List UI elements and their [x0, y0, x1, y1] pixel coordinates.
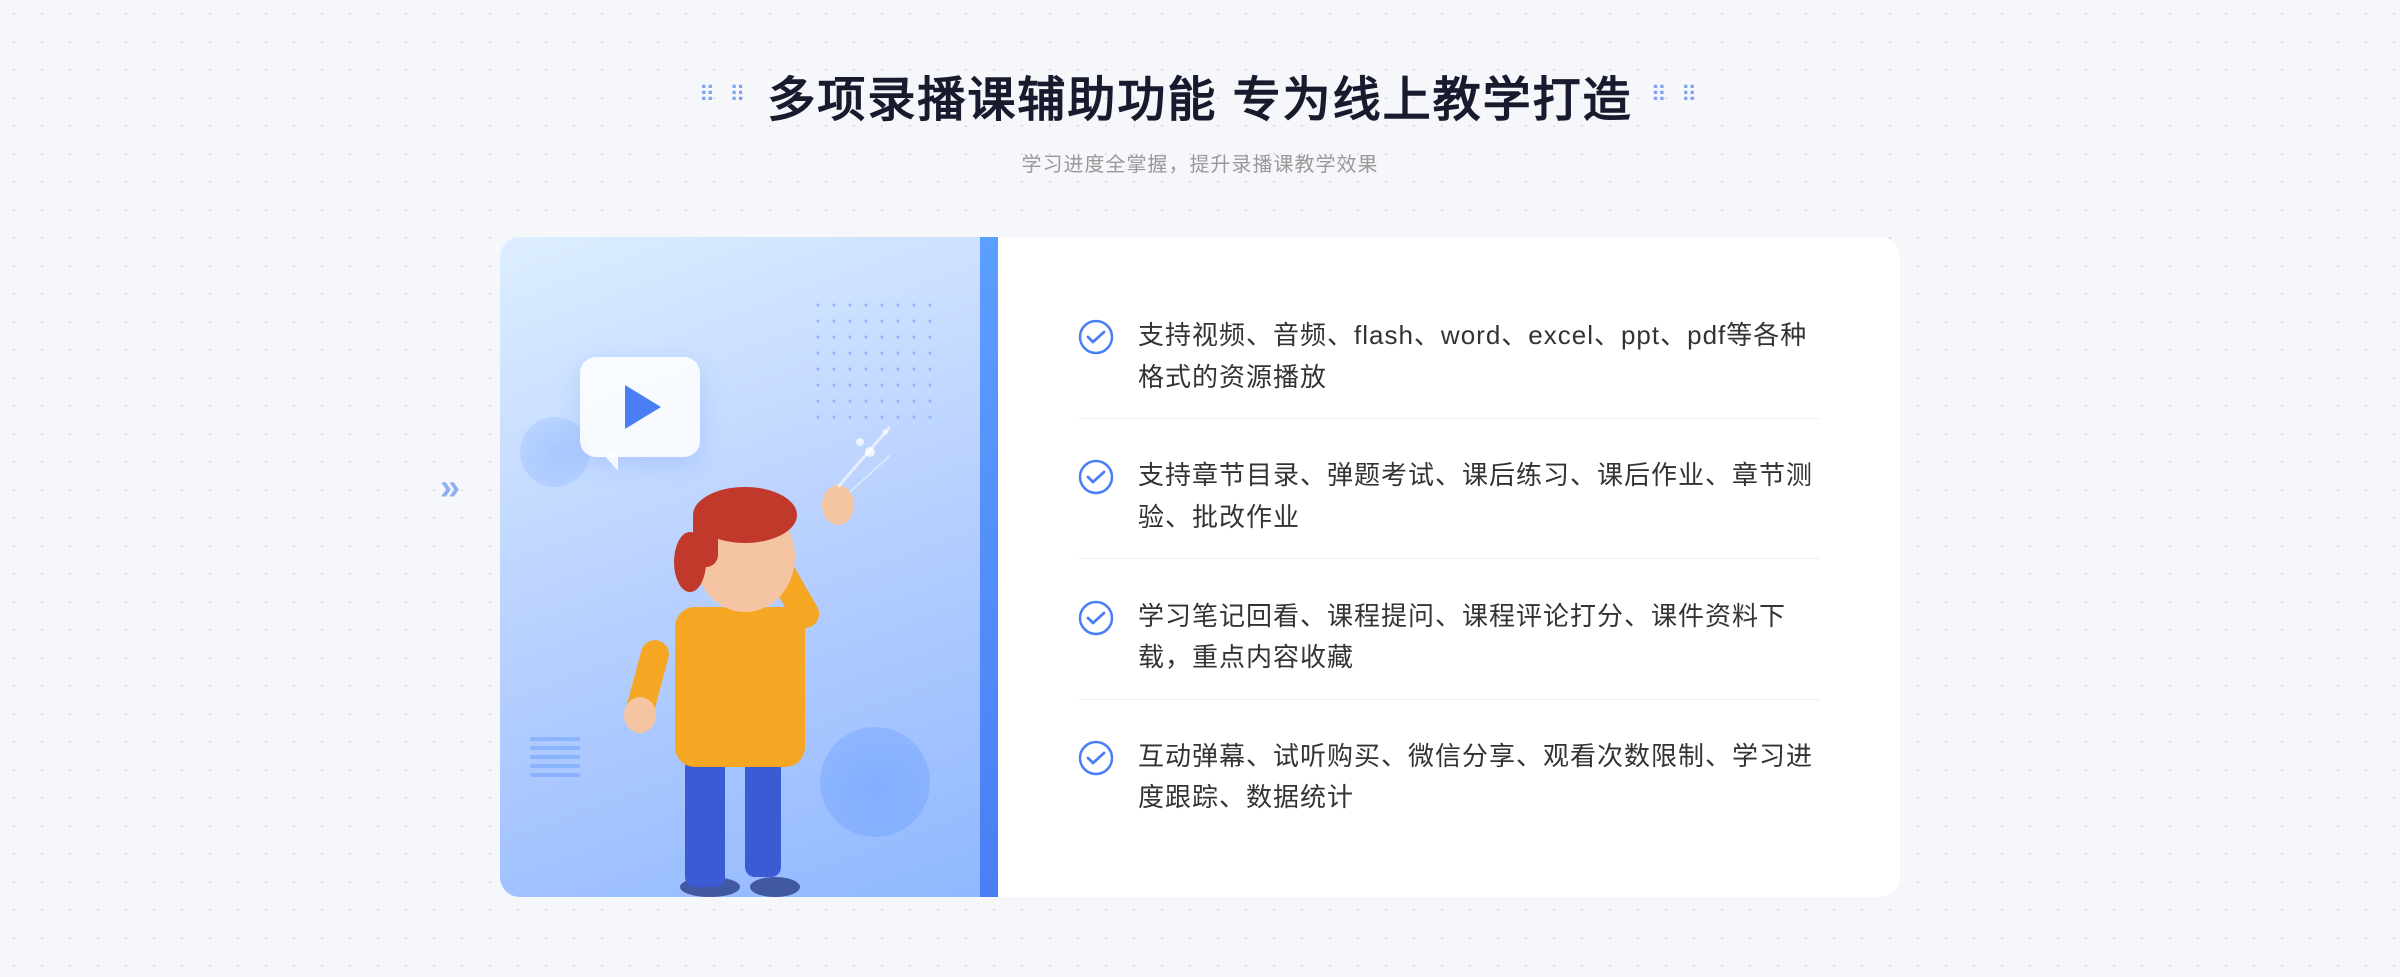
feature-text-3: 学习笔记回看、课程提问、课程评论打分、课件资料下载，重点内容收藏 — [1138, 596, 1820, 679]
feature-item-1: 支持视频、音频、flash、word、excel、ppt、pdf等各种格式的资源… — [1078, 295, 1820, 419]
feature-text-1: 支持视频、音频、flash、word、excel、ppt、pdf等各种格式的资源… — [1138, 315, 1820, 398]
stripe-decoration — [530, 737, 580, 777]
blue-separator-bar — [980, 237, 998, 897]
person-illustration — [590, 397, 890, 897]
left-chevron-icon: » — [440, 466, 460, 508]
title-row: ⠿ ⠿ 多项录播课辅助功能 专为线上教学打造 ⠿ ⠿ — [699, 60, 1701, 130]
title-dots-right: ⠿ ⠿ — [1651, 82, 1701, 108]
check-icon-4 — [1078, 740, 1114, 776]
page-title: 多项录播课辅助功能 专为线上教学打造 — [767, 60, 1632, 130]
header-section: ⠿ ⠿ 多项录播课辅助功能 专为线上教学打造 ⠿ ⠿ 学习进度全掌握，提升录播课… — [699, 60, 1701, 177]
feature-text-2: 支持章节目录、弹题考试、课后练习、课后作业、章节测验、批改作业 — [1138, 455, 1820, 538]
title-dots-left: ⠿ ⠿ — [699, 82, 749, 108]
check-icon-1 — [1078, 319, 1114, 355]
check-icon-2 — [1078, 459, 1114, 495]
page-subtitle: 学习进度全掌握，提升录播课教学效果 — [1022, 148, 1379, 177]
feature-item-2: 支持章节目录、弹题考试、课后练习、课后作业、章节测验、批改作业 — [1078, 435, 1820, 559]
check-icon-3 — [1078, 600, 1114, 636]
feature-item-4: 互动弹幕、试听购买、微信分享、观看次数限制、学习进度跟踪、数据统计 — [1078, 716, 1820, 839]
page-wrapper: ⠿ ⠿ 多项录播课辅助功能 专为线上教学打造 ⠿ ⠿ 学习进度全掌握，提升录播课… — [0, 0, 2400, 977]
illustration-panel — [500, 237, 980, 897]
features-panel: 支持视频、音频、flash、word、excel、ppt、pdf等各种格式的资源… — [998, 237, 1900, 897]
feature-item-3: 学习笔记回看、课程提问、课程评论打分、课件资料下载，重点内容收藏 — [1078, 576, 1820, 700]
feature-text-4: 互动弹幕、试听购买、微信分享、观看次数限制、学习进度跟踪、数据统计 — [1138, 736, 1820, 819]
content-area: 支持视频、音频、flash、word、excel、ppt、pdf等各种格式的资源… — [500, 237, 1900, 897]
